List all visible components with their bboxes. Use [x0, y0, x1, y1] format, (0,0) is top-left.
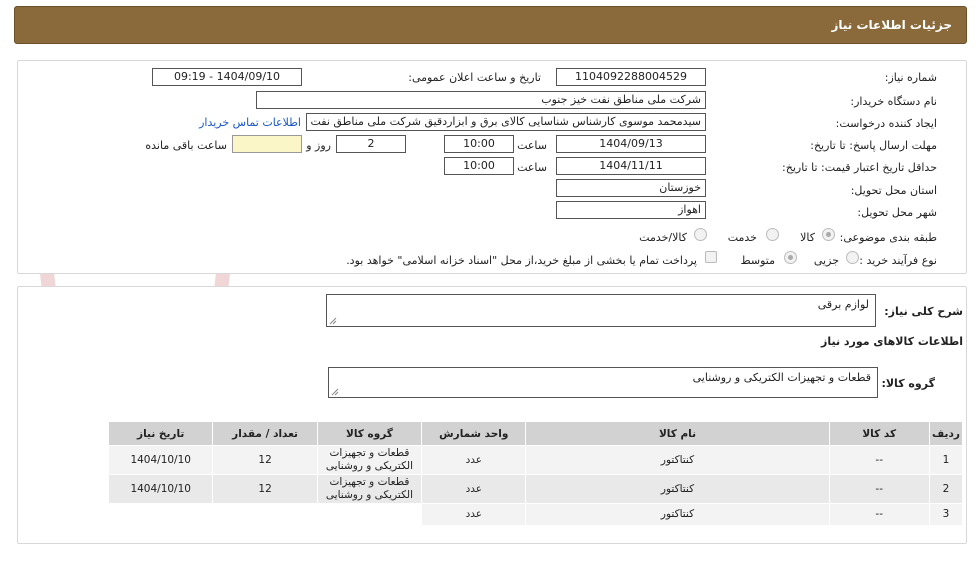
goods-table-header: ردیف کد کالا نام کالا واحد شمارش گروه کا… [107, 421, 964, 446]
goods-group-text: قطعات و تجهیزات الکتریکی و روشنایی [692, 371, 871, 384]
col-date: تاریخ نیاز [107, 421, 214, 446]
price-time-label: ساعت [517, 161, 547, 174]
treasury-payment-checkbox[interactable] [705, 251, 717, 263]
cell-name: کنتاکتور [525, 474, 830, 504]
reply-deadline-label: مهلت ارسال پاسخ: تا تاریخ: [810, 139, 937, 152]
announce-date-field: 1404/09/10 - 09:19 [152, 68, 302, 86]
need-description-label: شرح کلی نیاز: [884, 305, 963, 318]
cell-code: -- [828, 474, 930, 504]
cell-qty: 12 [212, 474, 318, 504]
need-number-field: 1104092288004529 [556, 68, 706, 86]
category-radio-service[interactable] [766, 228, 779, 241]
cell-group [316, 503, 423, 526]
cell-code: -- [828, 503, 930, 526]
announce-date-label: تاریخ و ساعت اعلان عمومی: [408, 71, 541, 84]
goods-table: ردیف کد کالا نام کالا واحد شمارش گروه کا… [107, 421, 964, 526]
page-title: جزئیات اطلاعات نیاز [831, 18, 952, 32]
table-row: 3 -- کنتاکتور عدد [107, 503, 964, 526]
need-description-field: لوازم برقی [326, 294, 876, 327]
city-field: اهواز [556, 201, 706, 219]
resize-grip-icon[interactable] [329, 317, 337, 325]
need-number-label: شماره نیاز: [884, 71, 937, 84]
reply-date-field: 1404/09/13 [556, 135, 706, 153]
need-description-text: لوازم برقی [817, 298, 869, 311]
cell-date: 1404/10/10 [107, 445, 214, 475]
creator-field: سیدمحمد موسوی کارشناس شناسایی کالای برق … [306, 113, 706, 131]
cell-date [107, 503, 214, 526]
goods-group-field: قطعات و تجهیزات الکتریکی و روشنایی [328, 367, 878, 398]
cell-name: کنتاکتور [525, 445, 830, 475]
city-label: شهر محل تحویل: [857, 206, 937, 219]
col-name: نام کالا [525, 421, 830, 446]
category-option-goods-service: کالا/خدمت [639, 231, 687, 244]
reply-time-field: 10:00 [444, 135, 514, 153]
table-row: 2 -- کنتاکتور عدد قطعات و تجهیزات الکتری… [107, 474, 964, 504]
cell-date: 1404/10/10 [107, 474, 214, 504]
creator-label: ایجاد کننده درخواست: [835, 117, 937, 130]
price-validity-time-field: 10:00 [444, 157, 514, 175]
province-label: استان محل تحویل: [850, 184, 937, 197]
reply-time-label: ساعت [517, 139, 547, 152]
days-remaining-field: 2 [336, 135, 406, 153]
category-option-service: خدمت [727, 231, 757, 244]
hours-remaining-label: ساعت باقی مانده [145, 139, 227, 152]
resize-grip-icon[interactable] [331, 388, 339, 396]
page-header: جزئیات اطلاعات نیاز [14, 6, 967, 44]
goods-group-label: گروه کالا: [881, 377, 935, 390]
days-label: روز و [306, 139, 331, 152]
col-qty: تعداد / مقدار [212, 421, 318, 446]
process-option-medium: متوسط [740, 254, 775, 267]
cell-row: 2 [928, 474, 964, 504]
table-row: 1 -- کنتاکتور عدد قطعات و تجهیزات الکتری… [107, 445, 964, 475]
buyer-field: شرکت ملی مناطق نفت خیز جنوب [256, 91, 706, 109]
cell-name: کنتاکتور [525, 503, 830, 526]
cell-row: 3 [928, 503, 964, 526]
cell-unit: عدد [421, 474, 527, 504]
process-radio-medium[interactable] [784, 251, 797, 264]
buyer-label: نام دستگاه خریدار: [850, 95, 937, 108]
category-radio-goods-service[interactable] [694, 228, 707, 241]
price-validity-label: حداقل تاریخ اعتبار قیمت: تا تاریخ: [782, 161, 937, 174]
treasury-payment-note: پرداخت تمام یا بخشی از مبلغ خرید،از محل … [346, 254, 697, 267]
cell-code: -- [828, 445, 930, 475]
process-option-minor: جزیی [813, 254, 839, 267]
category-option-goods: کالا [800, 231, 815, 244]
cell-qty [212, 503, 318, 526]
price-validity-date-field: 1404/11/11 [556, 157, 706, 175]
cell-unit: عدد [421, 503, 527, 526]
category-label: طبقه بندی موضوعی: [839, 231, 937, 244]
cell-row: 1 [928, 445, 964, 475]
category-radio-goods[interactable] [822, 228, 835, 241]
process-type-label: نوع فرآیند خرید : [859, 254, 937, 267]
cell-unit: عدد [421, 445, 527, 475]
goods-info-title: اطلاعات کالاهای مورد نیاز [821, 335, 963, 348]
col-group: گروه کالا [316, 421, 423, 446]
process-radio-minor[interactable] [846, 251, 859, 264]
col-code: کد کالا [828, 421, 930, 446]
col-row: ردیف [928, 421, 964, 446]
cell-qty: 12 [212, 445, 318, 475]
cell-group: قطعات و تجهیزات الکتریکی و روشنایی [316, 445, 423, 475]
province-field: خوزستان [556, 179, 706, 197]
cell-group: قطعات و تجهیزات الکتریکی و روشنایی [316, 474, 423, 504]
col-unit: واحد شمارش [421, 421, 527, 446]
hours-remaining-field [232, 135, 302, 153]
buyer-contact-link[interactable]: اطلاعات تماس خریدار [199, 116, 301, 129]
